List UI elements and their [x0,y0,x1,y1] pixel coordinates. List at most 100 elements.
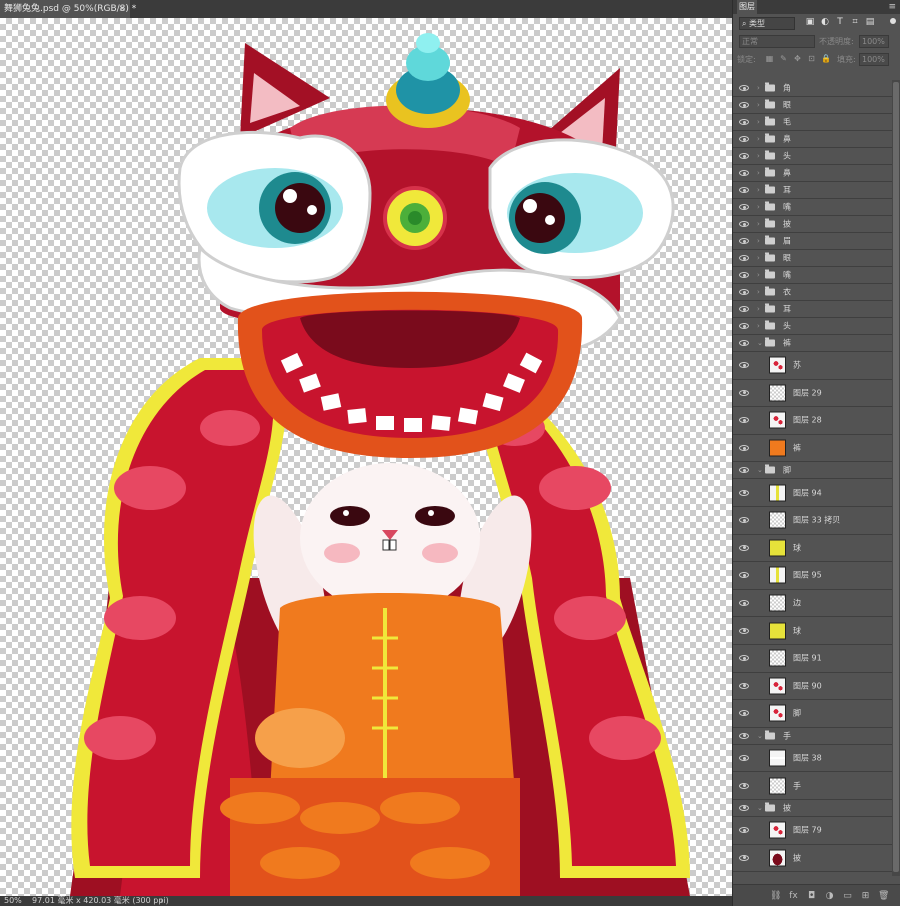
layer-row[interactable]: 球 [733,617,893,645]
visibility-eye-icon[interactable] [739,417,749,424]
visibility-eye-icon[interactable] [739,102,749,108]
layer-row[interactable]: 图层 95 [733,562,893,590]
layer-group-row[interactable]: ⌄ 脚 [733,462,893,480]
visibility-eye-icon[interactable] [739,238,749,244]
visibility-eye-icon[interactable] [739,827,749,834]
visibility-eye-icon[interactable] [739,544,749,551]
visibility-eye-icon[interactable] [739,732,749,739]
lock-transparent-icon[interactable]: ▦ [765,53,774,64]
layer-thumbnail[interactable] [769,777,786,795]
layer-group-row[interactable]: › 眉 [733,233,893,250]
status-arrow-icon[interactable]: › [160,896,163,906]
filter-kind-select[interactable]: ⌕ 类型 [739,17,795,30]
chevron-right-icon[interactable]: › [757,101,760,109]
document-tab[interactable]: 舞狮兔兔.psd @ 50%(RGB/8) * × [0,0,136,18]
visibility-eye-icon[interactable] [739,710,749,717]
layer-group-row[interactable]: › 鼻 [733,131,893,148]
visibility-eye-icon[interactable] [739,445,749,452]
type-filter-icon[interactable]: T [835,17,845,28]
layer-thumbnail[interactable] [769,539,786,557]
visibility-eye-icon[interactable] [739,153,749,159]
adjustment-layer-icon[interactable]: ◑ [824,891,835,901]
lock-artboard-icon[interactable]: ⊡ [807,53,816,64]
lock-all-icon[interactable]: 🔒 [821,53,831,64]
visibility-eye-icon[interactable] [739,782,749,789]
visibility-eye-icon[interactable] [739,804,749,811]
layer-group-row[interactable]: › 头 [733,148,893,165]
smart-object-filter-icon[interactable]: ▤ [865,17,875,28]
chevron-down-icon[interactable]: ⌄ [757,466,763,474]
visibility-eye-icon[interactable] [739,682,749,689]
layer-thumbnail[interactable] [769,411,786,429]
layer-row[interactable]: 图层 94 [733,479,893,507]
new-group-icon[interactable]: ▭ [842,891,853,901]
layer-row[interactable]: 手 [733,772,893,800]
shape-filter-icon[interactable]: ⌗ [850,17,860,28]
visibility-eye-icon[interactable] [739,136,749,142]
layer-thumbnail[interactable] [769,594,786,612]
layer-row[interactable]: 图层 91 [733,645,893,673]
layer-thumbnail[interactable] [769,384,786,402]
layer-group-row[interactable]: ⌄ 手 [733,728,893,745]
visibility-eye-icon[interactable] [739,119,749,125]
link-layers-icon[interactable]: ⛓ [770,891,781,901]
opacity-input[interactable]: 100% [859,35,889,48]
chevron-right-icon[interactable]: › [757,186,760,194]
chevron-right-icon[interactable]: › [757,169,760,177]
visibility-eye-icon[interactable] [739,517,749,524]
adjustment-filter-icon[interactable]: ◐ [820,17,830,28]
chevron-down-icon[interactable]: ⌄ [757,804,763,812]
layer-group-row[interactable]: ⌄ 披 [733,800,893,817]
layer-thumbnail[interactable] [769,677,786,695]
layer-group-row[interactable]: › 角 [733,80,893,97]
close-icon[interactable]: × [118,0,126,18]
layer-thumbnail[interactable] [769,356,786,374]
layer-row[interactable]: 裤 [733,435,893,463]
chevron-right-icon[interactable]: › [757,203,760,211]
layer-group-row[interactable]: › 眼 [733,97,893,114]
layer-thumbnail[interactable] [769,566,786,584]
canvas-area[interactable] [0,18,732,896]
visibility-eye-icon[interactable] [739,221,749,227]
chevron-right-icon[interactable]: › [757,322,760,330]
visibility-eye-icon[interactable] [739,85,749,91]
chevron-right-icon[interactable]: › [757,135,760,143]
visibility-eye-icon[interactable] [739,340,749,346]
layer-thumbnail[interactable] [769,849,786,867]
visibility-eye-icon[interactable] [739,362,749,369]
layer-group-row[interactable]: ⌄ 裤 [733,335,893,352]
new-layer-icon[interactable]: ⊞ [860,891,871,901]
visibility-eye-icon[interactable] [739,272,749,278]
zoom-level[interactable]: 50% [4,896,22,906]
layer-thumbnail[interactable] [769,749,786,767]
layer-row[interactable]: 图层 29 [733,380,893,408]
chevron-right-icon[interactable]: › [757,254,760,262]
chevron-right-icon[interactable]: › [757,305,760,313]
visibility-eye-icon[interactable] [739,389,749,396]
layer-row[interactable]: 图层 38 [733,745,893,773]
visibility-eye-icon[interactable] [739,854,749,861]
layer-thumbnail[interactable] [769,821,786,839]
chevron-right-icon[interactable]: › [757,84,760,92]
chevron-right-icon[interactable]: › [757,288,760,296]
visibility-eye-icon[interactable] [739,655,749,662]
layer-row[interactable]: 图层 90 [733,673,893,701]
blend-mode-select[interactable]: 正常 [739,35,815,48]
layer-row[interactable]: 脚 [733,700,893,728]
chevron-right-icon[interactable]: › [757,220,760,228]
layer-row[interactable]: 边 [733,590,893,618]
layer-group-row[interactable]: › 头 [733,318,893,335]
chevron-right-icon[interactable]: › [757,237,760,245]
layer-thumbnail[interactable] [769,704,786,722]
scrollbar-thumb[interactable] [893,82,899,872]
layer-group-row[interactable]: › 鼻 [733,165,893,182]
layer-thumbnail[interactable] [769,484,786,502]
fill-input[interactable]: 100% [859,53,889,66]
visibility-eye-icon[interactable] [739,255,749,261]
filter-toggle[interactable] [890,18,896,24]
visibility-eye-icon[interactable] [739,755,749,762]
add-mask-icon[interactable]: ◘ [806,891,817,901]
layer-group-row[interactable]: › 衣 [733,284,893,301]
visibility-eye-icon[interactable] [739,572,749,579]
chevron-right-icon[interactable]: › [757,152,760,160]
